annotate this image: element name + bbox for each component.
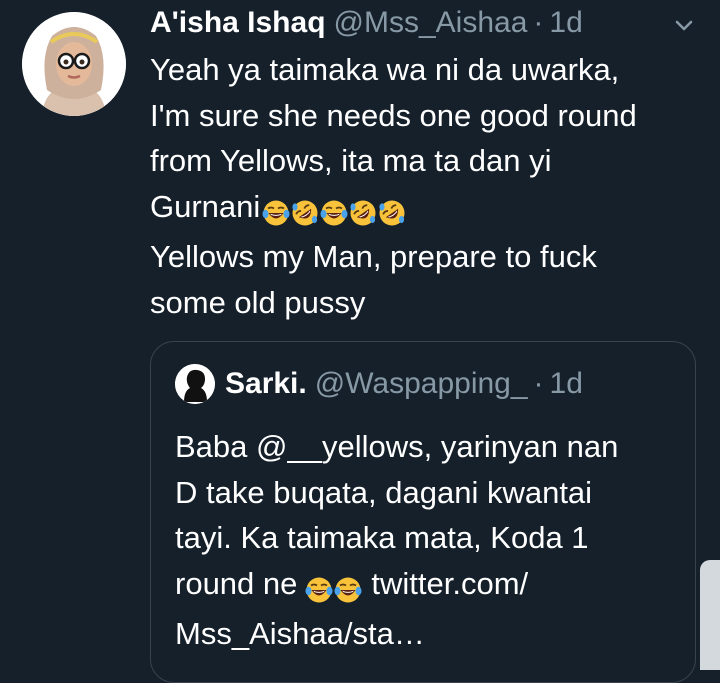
- quoted-author-name[interactable]: Sarki.: [225, 367, 307, 401]
- tweet-header: A'isha Ishaq @Mss_Aishaa · 1d: [150, 3, 583, 43]
- tweet-text-line: Yeah ya taimaka wa ni da uwarka,: [150, 52, 620, 87]
- tweet-text-line-with-emoji: Gurnani: [150, 184, 710, 235]
- quoted-text-line: Baba @__yellows, yarinyan nan: [175, 429, 619, 464]
- rofl-icon: [291, 199, 319, 227]
- author-name[interactable]: A'isha Ishaq: [150, 3, 326, 43]
- tears-of-joy-icon: [305, 576, 333, 604]
- quoted-link-text[interactable]: twitter.com/: [371, 566, 528, 601]
- emoji-group: [305, 566, 363, 612]
- tweet-text-line: Yellows my Man, prepare to fuck: [150, 239, 597, 274]
- quoted-text-line: tayi. Ka taimaka mata, Koda 1: [175, 520, 589, 555]
- tweet-text-line: from Yellows, ita ma ta dan yi: [150, 143, 552, 178]
- tweet-text-line: I'm sure she needs one good round: [150, 97, 637, 133]
- tweet-timestamp[interactable]: 1d: [549, 3, 582, 43]
- quoted-tweet-text: Baba @__yellows, yarinyan nan D take buq…: [175, 424, 675, 657]
- rofl-icon: [378, 199, 406, 227]
- quoted-tweet[interactable]: Sarki. @Waspapping_ · 1d Baba @__yellows…: [150, 341, 696, 683]
- tweet-text-line: some old pussy: [150, 284, 366, 320]
- quoted-text-line: round ne: [175, 565, 298, 601]
- tweet-text: Yeah ya taimaka wa ni da uwarka, I'm sur…: [150, 47, 710, 325]
- quoted-author-avatar[interactable]: [175, 364, 215, 404]
- separator-dot: ·: [533, 367, 544, 400]
- author-avatar[interactable]: [22, 12, 126, 116]
- quoted-author-handle[interactable]: @Waspapping_: [315, 367, 528, 401]
- rofl-icon: [349, 199, 377, 227]
- author-handle[interactable]: @Mss_Aishaa: [334, 3, 528, 43]
- quoted-text-line: D take buqata, dagani kwantai: [175, 474, 593, 510]
- chevron-down-icon[interactable]: [666, 14, 702, 38]
- tweet-text-line: Gurnani: [150, 188, 261, 224]
- tears-of-joy-icon: [262, 199, 290, 227]
- tears-of-joy-icon: [320, 199, 348, 227]
- memoji-avatar-icon: [22, 12, 126, 116]
- overlapping-card-edge: [700, 560, 720, 670]
- tweet[interactable]: A'isha Ishaq @Mss_Aishaa · 1d Yeah ya ta…: [0, 0, 720, 683]
- tears-of-joy-icon: [334, 576, 362, 604]
- silhouette-avatar-icon: [175, 364, 215, 404]
- quoted-tweet-timestamp[interactable]: 1d: [550, 367, 583, 401]
- quoted-tweet-header: Sarki. @Waspapping_ · 1d: [175, 362, 583, 406]
- separator-dot: ·: [533, 6, 544, 39]
- emoji-group: [262, 189, 407, 235]
- quoted-link-text[interactable]: Mss_Aishaa/sta…: [175, 611, 675, 657]
- quoted-text-line-with-emoji: round ne twitter.com/: [175, 561, 675, 612]
